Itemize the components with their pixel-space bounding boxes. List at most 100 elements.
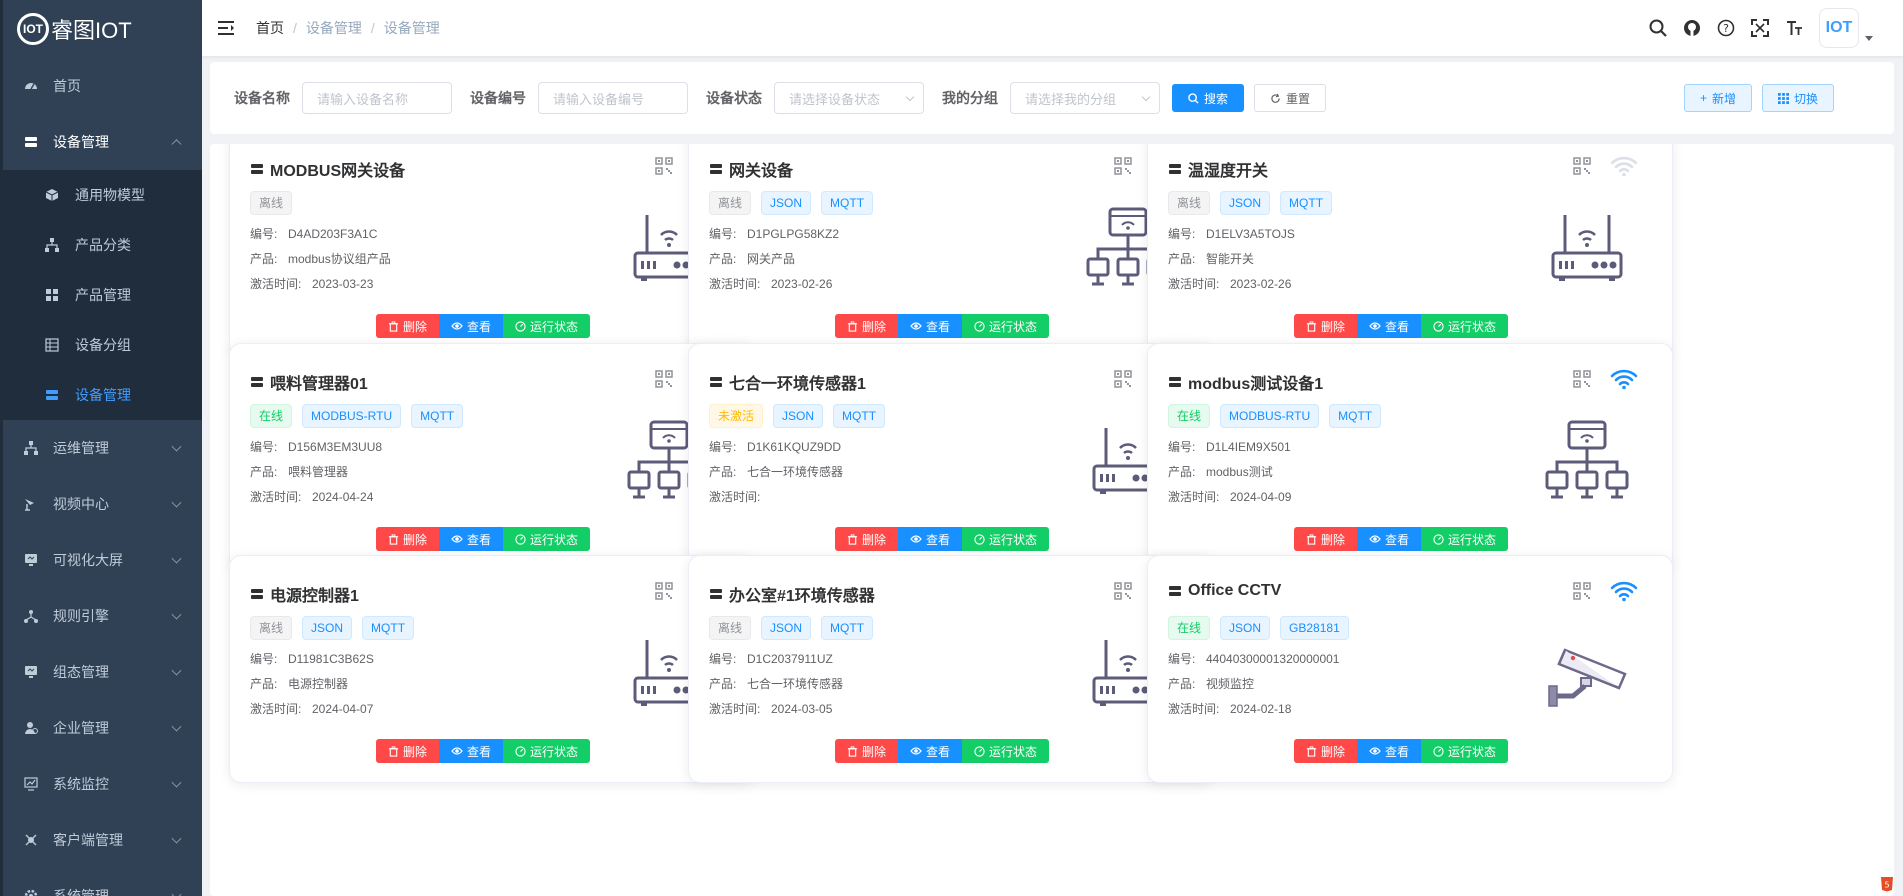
sidebar-item-10[interactable]: 系统管理 [3, 868, 202, 896]
sidebar-item-8[interactable]: 系统监控 [3, 756, 202, 812]
sidebar-subitem-2[interactable]: 产品管理 [3, 270, 202, 320]
view-button[interactable]: 查看 [898, 527, 963, 551]
run-status-button[interactable]: 运行状态 [1421, 314, 1509, 338]
html5-icon: 5 [1879, 876, 1895, 892]
qrcode-icon[interactable] [655, 582, 673, 600]
sidebar-item-9[interactable]: 客户端管理 [3, 812, 202, 868]
view-button[interactable]: 查看 [439, 527, 504, 551]
device-card[interactable]: 温湿度开关 离线 JSON MQTT 编号: D1ELV3A5TOJS 产品: 智能开关… [1147, 144, 1673, 358]
run-status-button[interactable]: 运行状态 [503, 527, 591, 551]
sidebar-item-5[interactable]: 规则引擎 [3, 588, 202, 644]
device-card[interactable]: 电源控制器1 离线 JSON MQTT 编号: D11981C3B62S 产品: 电源控… [229, 555, 755, 783]
qrcode-icon[interactable] [1114, 582, 1132, 600]
device-card[interactable]: 喂料管理器01 在线 MODBUS-RTU MQTT 编号: D156M3EM3UU8… [229, 343, 755, 571]
eye-icon [451, 746, 463, 756]
qrcode-icon[interactable] [1573, 157, 1591, 175]
fullscreen-icon[interactable] [1749, 17, 1771, 39]
device-activated: 激活时间: 2024-04-07 [250, 702, 374, 716]
github-icon[interactable] [1681, 17, 1703, 39]
device-card[interactable]: 七合一环境传感器1 未激活 JSON MQTT 编号: D1K61KQUZ9DD 产品… [688, 343, 1214, 571]
view-button[interactable]: 查看 [1357, 314, 1422, 338]
device-product: 产品: 七合一环境传感器 [709, 677, 844, 691]
delete-button[interactable]: 删除 [835, 314, 899, 338]
run-status-button[interactable]: 运行状态 [962, 527, 1050, 551]
sidebar-item-6[interactable]: 组态管理 [3, 644, 202, 700]
sidebar-item-4[interactable]: 可视化大屏 [3, 532, 202, 588]
run-status-button[interactable]: 运行状态 [1421, 527, 1509, 551]
device-serial-input[interactable]: 请输入设备编号 [538, 82, 688, 114]
sidebar: IOT 睿图IOT 首页 设备管理 通用物模型 产品分类 产品管理 设备分组 设备管理 运维管… [0, 0, 202, 896]
delete-button[interactable]: 删除 [376, 527, 440, 551]
breadcrumb: 首页 / 设备管理 / 设备管理 [256, 18, 440, 38]
sidebar-subitem-0[interactable]: 通用物模型 [3, 170, 202, 220]
breadcrumb-home[interactable]: 首页 [256, 18, 284, 38]
logo[interactable]: IOT 睿图IOT [3, 0, 202, 58]
sidebar-item-7[interactable]: 企业管理 [3, 700, 202, 756]
gauge-icon [974, 320, 985, 332]
trash-icon [388, 533, 399, 545]
qrcode-icon[interactable] [655, 370, 673, 388]
caret-down-icon[interactable] [1865, 35, 1873, 41]
qrcode-icon[interactable] [1114, 157, 1132, 175]
qrcode-icon[interactable] [1114, 370, 1132, 388]
gauge-icon [974, 745, 985, 757]
sidebar-item-0[interactable]: 首页 [3, 58, 202, 114]
font-size-icon[interactable] [1783, 17, 1805, 39]
delete-button[interactable]: 删除 [835, 739, 899, 763]
view-button[interactable]: 查看 [439, 314, 504, 338]
sidebar-subitem-3[interactable]: 设备分组 [3, 320, 202, 370]
device-tag: 在线 [1168, 616, 1211, 640]
switch-view-button[interactable]: 切换 [1761, 84, 1834, 112]
device-router-image [1543, 205, 1631, 293]
sidebar-item-2[interactable]: 运维管理 [3, 420, 202, 476]
sidebar-item-1[interactable]: 设备管理 [3, 114, 202, 170]
sidebar-item-3[interactable]: 视频中心 [3, 476, 202, 532]
run-status-button[interactable]: 运行状态 [962, 739, 1050, 763]
device-card[interactable]: 办公室#1环境传感器 离线 JSON MQTT 编号: D1C2037911UZ 产品… [688, 555, 1214, 783]
qrcode-icon[interactable] [1573, 370, 1591, 388]
sidebar-item-label: 运维管理 [53, 440, 109, 456]
qrcode-icon[interactable] [655, 157, 673, 175]
device-tag: 在线 [250, 404, 293, 428]
delete-button[interactable]: 删除 [835, 527, 899, 551]
device-card[interactable]: MODBUS网关设备 离线 编号: D4AD203F3A1C 产品: modbus协… [229, 144, 755, 358]
search-button[interactable]: 搜索 [1172, 84, 1245, 112]
view-button[interactable]: 查看 [898, 314, 963, 338]
breadcrumb-device-mgmt[interactable]: 设备管理 [306, 18, 362, 38]
sidebar-item-label: 组态管理 [53, 664, 109, 680]
delete-button[interactable]: 删除 [376, 314, 440, 338]
device-card[interactable]: modbus测试设备1 在线 MODBUS-RTU MQTT 编号: D1L4IEM9… [1147, 343, 1673, 571]
search-icon[interactable] [1647, 17, 1669, 39]
device-tags: 离线 JSON MQTT [709, 191, 883, 215]
delete-button[interactable]: 删除 [1294, 314, 1358, 338]
group-label: 我的分组 [942, 90, 998, 106]
avatar[interactable]: IOT [1819, 8, 1859, 48]
run-status-button[interactable]: 运行状态 [1421, 739, 1509, 763]
view-button[interactable]: 查看 [439, 739, 504, 763]
device-card[interactable]: Office CCTV 在线 JSON GB28181 编号: 44040300001… [1147, 555, 1673, 783]
view-button[interactable]: 查看 [898, 739, 963, 763]
delete-button[interactable]: 删除 [376, 739, 440, 763]
delete-button[interactable]: 删除 [1294, 527, 1358, 551]
add-button[interactable]: + 新增 [1683, 84, 1752, 112]
delete-button[interactable]: 删除 [1294, 739, 1358, 763]
device-card[interactable]: 网关设备 离线 JSON MQTT 编号: D1PGLPG58KZ2 产品: 网关产品 … [688, 144, 1214, 358]
group-select[interactable]: 请选择我的分组 [1010, 82, 1160, 114]
device-actions: 删除 查看 运行状态 [376, 527, 591, 551]
sidebar-subitem-label: 产品管理 [75, 287, 131, 303]
sidebar-subitem-1[interactable]: 产品分类 [3, 220, 202, 270]
run-status-button[interactable]: 运行状态 [503, 314, 591, 338]
sidebar-subitem-4[interactable]: 设备管理 [3, 370, 202, 420]
device-status-select[interactable]: 请选择设备状态 [774, 82, 924, 114]
run-status-button[interactable]: 运行状态 [962, 314, 1050, 338]
qrcode-icon[interactable] [1573, 582, 1591, 600]
device-name-input[interactable]: 请输入设备名称 [302, 82, 452, 114]
monitor-icon [23, 664, 39, 680]
reset-button[interactable]: 重置 [1254, 84, 1327, 112]
view-button[interactable]: 查看 [1357, 527, 1422, 551]
view-button[interactable]: 查看 [1357, 739, 1422, 763]
run-status-button[interactable]: 运行状态 [503, 739, 591, 763]
help-icon[interactable]: ? [1715, 17, 1737, 39]
svg-text:?: ? [1723, 22, 1729, 35]
hamburger-icon[interactable] [218, 18, 238, 38]
